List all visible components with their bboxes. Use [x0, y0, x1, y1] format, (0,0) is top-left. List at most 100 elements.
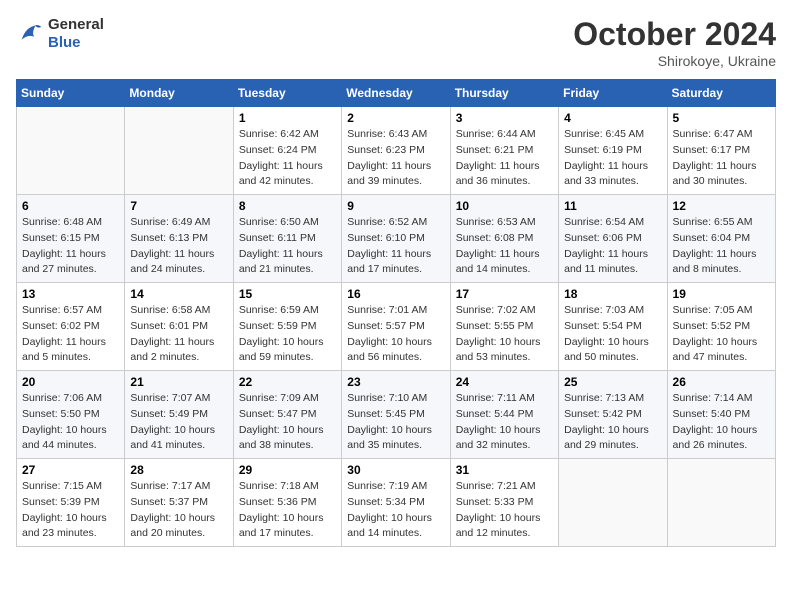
header-day: Sunday: [17, 80, 125, 107]
day-info: Sunrise: 7:13 AM Sunset: 5:42 PM Dayligh…: [564, 391, 661, 454]
day-info: Sunrise: 6:58 AM Sunset: 6:01 PM Dayligh…: [130, 303, 227, 366]
day-info: Sunrise: 6:52 AM Sunset: 6:10 PM Dayligh…: [347, 215, 444, 278]
day-number: 22: [239, 375, 336, 389]
day-info: Sunrise: 7:09 AM Sunset: 5:47 PM Dayligh…: [239, 391, 336, 454]
day-info: Sunrise: 6:59 AM Sunset: 5:59 PM Dayligh…: [239, 303, 336, 366]
header-row: SundayMondayTuesdayWednesdayThursdayFrid…: [17, 80, 776, 107]
day-number: 12: [673, 199, 770, 213]
calendar-cell: 7Sunrise: 6:49 AM Sunset: 6:13 PM Daylig…: [125, 195, 233, 283]
day-number: 17: [456, 287, 553, 301]
calendar-week-row: 20 Sunrise: 7:06 AM Sunset: 5:50 PM Dayli…: [17, 371, 776, 459]
day-info: Sunrise: 7:18 AM Sunset: 5:36 PM Dayligh…: [239, 479, 336, 542]
day-number: 23: [347, 375, 444, 389]
calendar-cell: 24 Sunrise: 7:11 AM Sunset: 5:44 PM Dayli…: [450, 371, 558, 459]
calendar-week-row: 6Sunrise: 6:48 AM Sunset: 6:15 PM Daylig…: [17, 195, 776, 283]
day-number: 10: [456, 199, 553, 213]
calendar-cell: 16 Sunrise: 7:01 AM Sunset: 5:57 PM Dayli…: [342, 283, 450, 371]
calendar-cell: 5 Sunrise: 6:47 AM Sunset: 6:17 PM Daylig…: [667, 107, 775, 195]
day-info: Sunrise: 6:43 AM Sunset: 6:23 PM Dayligh…: [347, 127, 444, 190]
day-info: Sunrise: 7:03 AM Sunset: 5:54 PM Dayligh…: [564, 303, 661, 366]
header-day: Saturday: [667, 80, 775, 107]
calendar-cell: 26Sunrise: 7:14 AM Sunset: 5:40 PM Dayli…: [667, 371, 775, 459]
calendar-cell: 3Sunrise: 6:44 AM Sunset: 6:21 PM Daylig…: [450, 107, 558, 195]
day-number: 1: [239, 111, 336, 125]
day-number: 2: [347, 111, 444, 125]
day-info: Sunrise: 7:05 AM Sunset: 5:52 PM Dayligh…: [673, 303, 770, 366]
day-number: 4: [564, 111, 661, 125]
logo-text: General Blue: [48, 16, 104, 52]
day-number: 31: [456, 463, 553, 477]
calendar-cell: 29 Sunrise: 7:18 AM Sunset: 5:36 PM Dayli…: [233, 459, 341, 547]
day-number: 9: [347, 199, 444, 213]
day-number: 8: [239, 199, 336, 213]
day-number: 3: [456, 111, 553, 125]
calendar-cell: 4 Sunrise: 6:45 AM Sunset: 6:19 PM Daylig…: [559, 107, 667, 195]
day-info: Sunrise: 7:02 AM Sunset: 5:55 PM Dayligh…: [456, 303, 553, 366]
calendar-cell: 25 Sunrise: 7:13 AM Sunset: 5:42 PM Dayli…: [559, 371, 667, 459]
day-number: 26: [673, 375, 770, 389]
calendar-cell: 22 Sunrise: 7:09 AM Sunset: 5:47 PM Dayli…: [233, 371, 341, 459]
day-info: Sunrise: 6:42 AM Sunset: 6:24 PM Dayligh…: [239, 127, 336, 190]
day-number: 25: [564, 375, 661, 389]
calendar-cell: 6Sunrise: 6:48 AM Sunset: 6:15 PM Daylig…: [17, 195, 125, 283]
day-number: 13: [22, 287, 119, 301]
calendar-cell: 28 Sunrise: 7:17 AM Sunset: 5:37 PM Dayli…: [125, 459, 233, 547]
day-number: 16: [347, 287, 444, 301]
calendar-cell: 27 Sunrise: 7:15 AM Sunset: 5:39 PM Dayli…: [17, 459, 125, 547]
day-info: Sunrise: 6:57 AM Sunset: 6:02 PM Dayligh…: [22, 303, 119, 366]
day-info: Sunrise: 6:45 AM Sunset: 6:19 PM Dayligh…: [564, 127, 661, 190]
day-info: Sunrise: 7:06 AM Sunset: 5:50 PM Dayligh…: [22, 391, 119, 454]
calendar-cell: 11 Sunrise: 6:54 AM Sunset: 6:06 PM Dayli…: [559, 195, 667, 283]
calendar-cell: 18Sunrise: 7:03 AM Sunset: 5:54 PM Dayli…: [559, 283, 667, 371]
day-number: 20: [22, 375, 119, 389]
day-number: 29: [239, 463, 336, 477]
header-day: Tuesday: [233, 80, 341, 107]
day-number: 27: [22, 463, 119, 477]
calendar-cell: [559, 459, 667, 547]
calendar-cell: 13 Sunrise: 6:57 AM Sunset: 6:02 PM Dayli…: [17, 283, 125, 371]
logo-icon: [16, 20, 44, 48]
day-number: 24: [456, 375, 553, 389]
calendar-cell: 17 Sunrise: 7:02 AM Sunset: 5:55 PM Dayli…: [450, 283, 558, 371]
calendar-cell: 2 Sunrise: 6:43 AM Sunset: 6:23 PM Daylig…: [342, 107, 450, 195]
day-number: 6: [22, 199, 119, 213]
day-number: 30: [347, 463, 444, 477]
day-number: 28: [130, 463, 227, 477]
day-info: Sunrise: 6:47 AM Sunset: 6:17 PM Dayligh…: [673, 127, 770, 190]
calendar-cell: 12 Sunrise: 6:55 AM Sunset: 6:04 PM Dayli…: [667, 195, 775, 283]
calendar-cell: [667, 459, 775, 547]
day-number: 5: [673, 111, 770, 125]
day-number: 14: [130, 287, 227, 301]
day-info: Sunrise: 7:19 AM Sunset: 5:34 PM Dayligh…: [347, 479, 444, 542]
calendar-cell: 14 Sunrise: 6:58 AM Sunset: 6:01 PM Dayli…: [125, 283, 233, 371]
header-day: Thursday: [450, 80, 558, 107]
calendar-cell: 10 Sunrise: 6:53 AM Sunset: 6:08 PM Dayli…: [450, 195, 558, 283]
calendar-body: 1 Sunrise: 6:42 AM Sunset: 6:24 PM Daylig…: [17, 107, 776, 547]
calendar-cell: [125, 107, 233, 195]
day-number: 15: [239, 287, 336, 301]
calendar-cell: [17, 107, 125, 195]
day-info: Sunrise: 7:01 AM Sunset: 5:57 PM Dayligh…: [347, 303, 444, 366]
day-info: Sunrise: 6:55 AM Sunset: 6:04 PM Dayligh…: [673, 215, 770, 278]
calendar-cell: 15 Sunrise: 6:59 AM Sunset: 5:59 PM Dayli…: [233, 283, 341, 371]
calendar-cell: 20 Sunrise: 7:06 AM Sunset: 5:50 PM Dayli…: [17, 371, 125, 459]
day-info: Sunrise: 7:15 AM Sunset: 5:39 PM Dayligh…: [22, 479, 119, 542]
day-info: Sunrise: 7:17 AM Sunset: 5:37 PM Dayligh…: [130, 479, 227, 542]
calendar-cell: 31 Sunrise: 7:21 AM Sunset: 5:33 PM Dayli…: [450, 459, 558, 547]
calendar-cell: 19 Sunrise: 7:05 AM Sunset: 5:52 PM Dayli…: [667, 283, 775, 371]
day-info: Sunrise: 7:07 AM Sunset: 5:49 PM Dayligh…: [130, 391, 227, 454]
calendar-header: SundayMondayTuesdayWednesdayThursdayFrid…: [17, 80, 776, 107]
calendar-cell: 9 Sunrise: 6:52 AM Sunset: 6:10 PM Daylig…: [342, 195, 450, 283]
day-number: 11: [564, 199, 661, 213]
calendar-cell: 1 Sunrise: 6:42 AM Sunset: 6:24 PM Daylig…: [233, 107, 341, 195]
day-info: Sunrise: 6:53 AM Sunset: 6:08 PM Dayligh…: [456, 215, 553, 278]
day-number: 19: [673, 287, 770, 301]
day-info: Sunrise: 6:50 AM Sunset: 6:11 PM Dayligh…: [239, 215, 336, 278]
month-title: October 2024: [573, 16, 776, 53]
day-info: Sunrise: 7:21 AM Sunset: 5:33 PM Dayligh…: [456, 479, 553, 542]
header-day: Wednesday: [342, 80, 450, 107]
day-info: Sunrise: 6:54 AM Sunset: 6:06 PM Dayligh…: [564, 215, 661, 278]
calendar-cell: 21Sunrise: 7:07 AM Sunset: 5:49 PM Dayli…: [125, 371, 233, 459]
day-info: Sunrise: 7:11 AM Sunset: 5:44 PM Dayligh…: [456, 391, 553, 454]
page-header: General Blue October 2024 Shirokoye, Ukr…: [16, 16, 776, 69]
